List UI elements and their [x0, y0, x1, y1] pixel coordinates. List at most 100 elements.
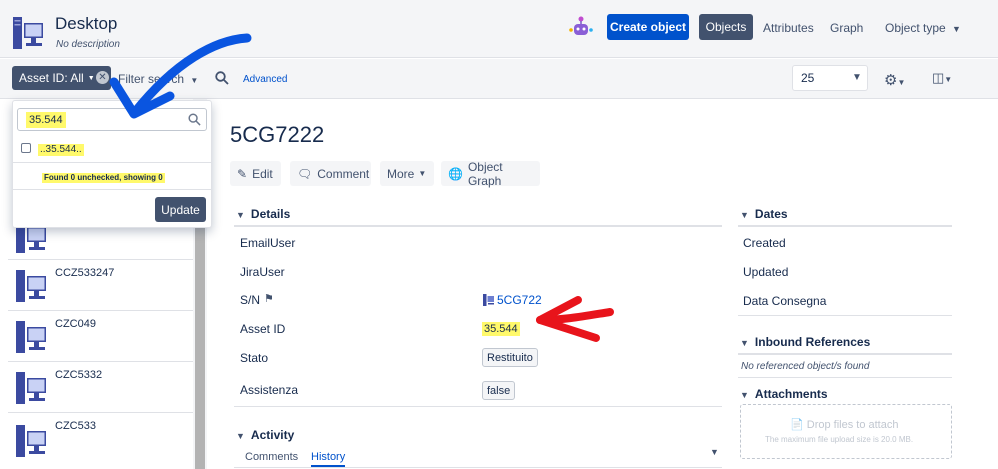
filter-value-text: 35.544 [26, 112, 66, 128]
automation-robot-icon[interactable] [568, 15, 594, 41]
stato-value: Restituito [482, 348, 538, 367]
attachments-section-toggle[interactable]: ▼ Attachments [740, 387, 828, 401]
desktop-computer-icon [483, 294, 494, 306]
chevron-down-icon: ▼ [190, 76, 199, 85]
field-label-asset-id: Asset ID [240, 322, 286, 336]
chevron-down-icon: ▼ [418, 169, 427, 178]
list-item-label: CZC049 [55, 318, 96, 330]
dropzone-title-text: Drop files to attach [806, 419, 899, 431]
sn-value-link[interactable]: 5CG722 [497, 293, 542, 307]
clear-filter-icon[interactable]: ✕ [96, 71, 109, 84]
divider [234, 225, 722, 227]
advanced-search-link[interactable]: Advanced [243, 74, 287, 85]
activity-section-toggle[interactable]: ▼ Activity [236, 428, 294, 442]
comment-icon: 🗨 [297, 166, 313, 181]
list-item-label: CCZ533247 [55, 267, 115, 279]
dropzone-subtitle: The maximum file upload size is 20.0 MB. [765, 435, 914, 444]
comment-button[interactable]: 🗨 Comment [290, 161, 371, 186]
list-item-label: CZC533 [55, 420, 96, 432]
desktop-computer-icon [13, 17, 43, 49]
scrollbar-thumb[interactable] [195, 228, 205, 469]
option-checkbox[interactable] [21, 143, 31, 153]
list-item-label: CZC5332 [55, 369, 103, 381]
tab-objects[interactable]: Objects [699, 14, 753, 40]
option-label[interactable]: ..35.544.. [38, 144, 84, 156]
filter-chip-label: Asset ID: All [19, 71, 84, 85]
more-button[interactable]: More ▼ [380, 161, 434, 186]
dates-heading: Dates [754, 207, 788, 221]
date-label-created: Created [743, 236, 786, 250]
inbound-empty-text: No referenced object/s found [741, 361, 870, 372]
chevron-down-icon: ▼ [740, 390, 749, 400]
divider [738, 315, 952, 316]
file-icon: 📄 [790, 419, 804, 431]
globe-icon: 🌐 [448, 166, 463, 181]
chevron-down-icon: ▼ [87, 74, 95, 82]
desktop-computer-icon [16, 372, 46, 404]
chevron-down-icon: ▼ [236, 210, 245, 220]
chevron-down-icon: ▼ [852, 72, 862, 83]
field-label-assistenza: Assistenza [240, 383, 299, 397]
found-status-text: Found 0 unchecked, showing 0 [42, 173, 165, 183]
gear-icon[interactable]: ⚙▼ [884, 71, 905, 89]
divider [13, 162, 211, 163]
red-annotation-arrowhead [536, 296, 600, 342]
filter-search-dropdown[interactable]: Filter search ▼ [118, 72, 198, 86]
divider [738, 377, 952, 378]
desktop-computer-icon [16, 425, 46, 457]
tab-graph[interactable]: Graph [830, 21, 863, 35]
object-title: 5CG7222 [230, 122, 325, 147]
divider [13, 189, 211, 190]
inbound-heading: Inbound References [754, 335, 871, 349]
page-title: Desktop [55, 14, 118, 33]
chevron-down-icon: ▼ [740, 338, 749, 348]
divider [234, 467, 722, 468]
field-label-jirauser: JiraUser [240, 265, 285, 279]
asset-id-value: 35.544 [482, 322, 520, 336]
pencil-icon: ✎ [237, 166, 248, 181]
attachment-dropzone[interactable] [740, 404, 952, 459]
list-item[interactable]: CZC533 [8, 414, 193, 464]
comment-label: Comment [317, 166, 370, 181]
list-item[interactable]: CCZ533247 [8, 261, 193, 311]
create-object-button[interactable]: Create object [607, 14, 689, 40]
edit-label: Edit [252, 166, 273, 181]
red-annotation-arrow [536, 308, 614, 324]
divider [234, 406, 722, 407]
update-button[interactable]: Update [155, 197, 206, 222]
desktop-computer-icon [16, 321, 46, 353]
object-type-dropdown[interactable]: Object type ▼ [885, 21, 961, 35]
tab-history[interactable]: History [311, 451, 345, 463]
field-label-sn: S/N [240, 293, 261, 307]
inbound-section-toggle[interactable]: ▼ Inbound References [740, 335, 870, 349]
object-graph-button[interactable]: 🌐 Object Graph [441, 159, 540, 188]
edit-button[interactable]: ✎ Edit [230, 161, 281, 186]
date-label-updated: Updated [743, 265, 789, 279]
chevron-down-icon[interactable]: ▼ [710, 447, 719, 457]
desktop-computer-icon [16, 270, 46, 302]
search-icon [188, 113, 201, 126]
search-icon[interactable] [215, 71, 229, 85]
chevron-down-icon: ▼ [740, 210, 749, 220]
object-type-label: Object type [885, 21, 946, 35]
tab-attributes[interactable]: Attributes [763, 21, 814, 35]
dropzone-title: 📄 Drop files to attach [790, 418, 898, 431]
more-label: More [387, 166, 415, 181]
chevron-down-icon: ▼ [952, 24, 961, 34]
list-item[interactable]: CZC5332 [8, 363, 193, 413]
tab-comments[interactable]: Comments [245, 451, 298, 463]
details-section-toggle[interactable]: ▼ Details [236, 207, 290, 221]
chevron-down-icon: ▼ [236, 431, 245, 441]
field-label-stato: Stato [240, 351, 269, 365]
details-heading: Details [250, 207, 291, 221]
list-item[interactable]: CZC049 [8, 312, 193, 362]
field-label-emailuser: EmailUser [240, 236, 296, 250]
view-layout-icon[interactable]: ◫▼ [932, 70, 952, 86]
activity-heading: Activity [250, 428, 295, 442]
date-label-data-consegna: Data Consegna [743, 294, 827, 308]
assistenza-value: false [482, 381, 516, 400]
filter-search-label: Filter search [118, 72, 185, 86]
object-graph-label: Object Graph [467, 159, 503, 188]
dates-section-toggle[interactable]: ▼ Dates [740, 207, 788, 221]
page-subtitle: No description [56, 39, 120, 50]
